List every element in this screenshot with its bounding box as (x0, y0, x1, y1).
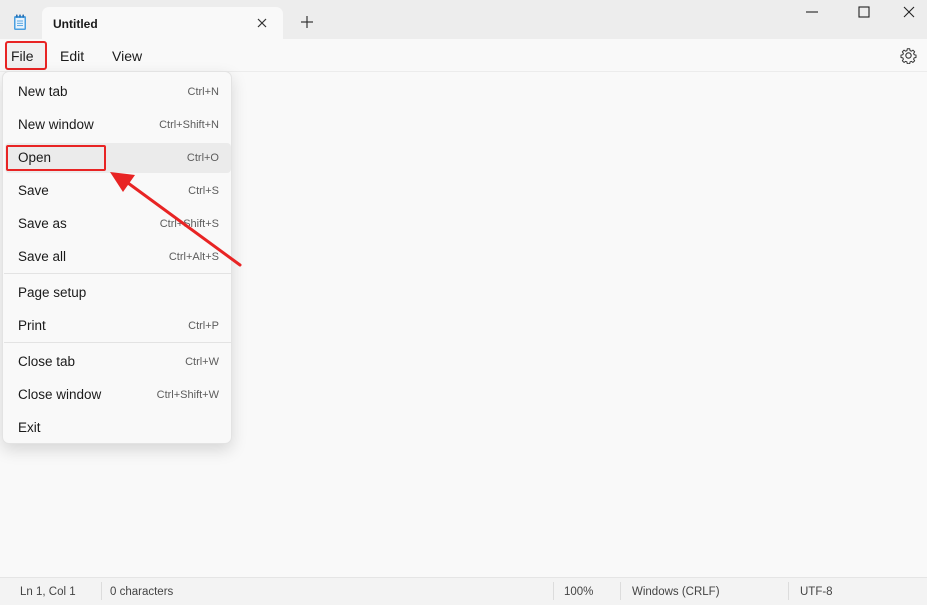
character-count: 0 characters (110, 586, 174, 598)
status-divider (788, 582, 789, 600)
status-divider (620, 582, 621, 600)
status-divider (553, 582, 554, 600)
encoding[interactable]: UTF-8 (800, 586, 833, 598)
cursor-position: Ln 1, Col 1 (20, 586, 76, 598)
annotation-arrow-icon (110, 172, 242, 267)
status-bar: Ln 1, Col 1 0 characters 100% Windows (C… (0, 577, 927, 605)
status-divider (101, 582, 102, 600)
zoom-level[interactable]: 100% (564, 586, 593, 598)
line-ending[interactable]: Windows (CRLF) (632, 586, 720, 598)
